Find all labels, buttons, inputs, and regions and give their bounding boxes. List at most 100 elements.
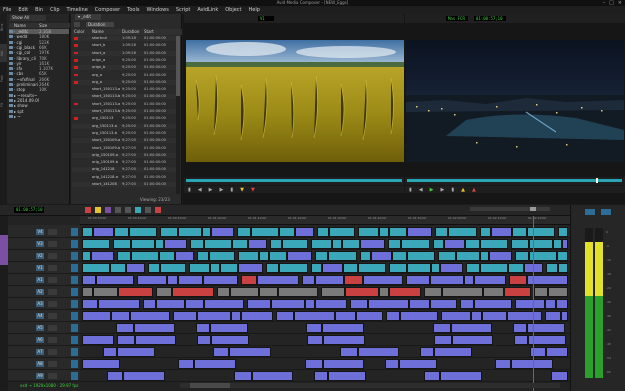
timeline-clip[interactable]	[332, 239, 342, 249]
timeline-clip[interactable]	[460, 299, 474, 309]
timeline-clip[interactable]	[238, 263, 263, 273]
timeline-clip[interactable]	[386, 311, 400, 321]
clip-row[interactable]: short_b 1:09:28 01:00:00:00	[72, 43, 176, 49]
timeline-clip[interactable]	[315, 299, 347, 309]
timeline-clip[interactable]	[117, 347, 155, 357]
zoom-icon[interactable]	[125, 207, 131, 213]
track-select-button[interactable]: V2	[36, 253, 44, 259]
menu-script[interactable]: Script	[176, 6, 191, 14]
track-select-button[interactable]: A7	[36, 349, 44, 355]
timeline-clip[interactable]	[328, 371, 366, 381]
timeline-clip[interactable]	[135, 335, 176, 345]
timeline-clip[interactable]	[474, 299, 512, 309]
timeline-clip[interactable]	[197, 311, 231, 321]
timeline-clip[interactable]	[241, 275, 257, 285]
track-solo-mute-icon[interactable]	[48, 277, 57, 283]
timeline-clip[interactable]	[117, 335, 135, 345]
track-header[interactable]: V1	[8, 262, 80, 274]
timeline-clip[interactable]	[388, 239, 401, 249]
bin-view-dropdown[interactable]: Duration	[86, 22, 114, 27]
timeline-clip[interactable]	[400, 311, 438, 321]
timeline-clip[interactable]	[335, 311, 356, 321]
timeline-clip[interactable]	[515, 251, 529, 261]
timeline-clip[interactable]	[93, 227, 114, 237]
clip-row[interactable]: org_150113-a 9;25:00 01:00:00:00	[72, 123, 176, 129]
timeline-clip[interactable]	[134, 323, 175, 333]
track-header[interactable]: V2	[8, 250, 80, 262]
column-color[interactable]: Color	[72, 29, 92, 35]
track-header[interactable]: V3	[8, 238, 80, 250]
timeline-clip[interactable]	[96, 275, 134, 285]
timeline-clip[interactable]	[371, 251, 392, 261]
clip-row[interactable]: short_150113-a 9;25:00 01:00:00:00	[72, 101, 176, 107]
clip-row[interactable]: orig_141218-a 9;27:00 01:00:00:00	[72, 174, 176, 180]
timeline-clip[interactable]	[440, 371, 482, 381]
track-monitor-icon[interactable]	[71, 252, 78, 260]
clip-row[interactable]: orig_150109-a 9;27:00 01:00:00:00	[72, 152, 176, 158]
column-name[interactable]: Name	[9, 23, 39, 28]
timeline-clip[interactable]	[103, 347, 117, 357]
timeline-clip[interactable]	[257, 275, 299, 285]
timeline-clip[interactable]	[321, 287, 345, 297]
timeline-clip[interactable]	[480, 227, 491, 237]
timeline-clip[interactable]	[441, 311, 471, 321]
timeline-clip[interactable]	[558, 227, 568, 237]
timeline-clip[interactable]	[363, 275, 403, 285]
timeline-clip[interactable]	[424, 371, 440, 381]
timeline-clip[interactable]	[270, 239, 282, 249]
timeline-clip[interactable]	[172, 287, 214, 297]
track-header[interactable]: A8	[8, 358, 80, 370]
timeline-clip[interactable]	[247, 299, 271, 309]
menu-edit[interactable]: Edit	[18, 6, 28, 14]
lift-icon[interactable]: ▲	[461, 187, 465, 193]
timeline-clip[interactable]	[474, 275, 506, 285]
timeline-clip[interactable]	[305, 359, 323, 369]
timeline-clip[interactable]	[197, 335, 211, 345]
timeline-clip[interactable]	[557, 251, 568, 261]
timeline-clip[interactable]	[196, 323, 210, 333]
bin-list-item[interactable]: ▸ ~	[9, 114, 69, 119]
track-select-button[interactable]: V3	[36, 241, 44, 247]
column-size[interactable]: Size	[39, 23, 67, 28]
timeline-clip[interactable]	[271, 299, 305, 309]
timeline-clip[interactable]	[295, 227, 314, 237]
timeline-clip[interactable]	[448, 227, 477, 237]
track-header[interactable]: A4	[8, 310, 80, 322]
clip-row[interactable]: orign_a 9;25:00 01:00:00:00	[72, 57, 176, 63]
source-track-indicator[interactable]: V1	[258, 16, 274, 21]
mark-out-icon[interactable]: ▮	[451, 187, 454, 193]
clip-row[interactable]: org_a 9;25:00 01:00:00:00	[72, 79, 176, 85]
timeline-clip[interactable]	[433, 239, 444, 249]
column-duration[interactable]: Duration	[122, 29, 144, 35]
play-icon[interactable]: ▶	[209, 187, 213, 193]
timeline-clip[interactable]	[561, 311, 568, 321]
timeline-clip[interactable]	[82, 239, 110, 249]
clip-row[interactable]: short_150113-a 9;25:00 01:00:00:00	[72, 87, 176, 93]
timeline-clip[interactable]	[545, 299, 556, 309]
track-header[interactable]: A9	[8, 370, 80, 382]
clip-row[interactable]: org_150113-b 9;25:00 01:00:00:00	[72, 130, 176, 136]
show-all-dropdown[interactable]: Show All	[10, 15, 46, 21]
link-icon[interactable]	[115, 207, 121, 213]
tab-bins[interactable]: Bins	[0, 18, 7, 36]
timeline-clip[interactable]	[82, 227, 93, 237]
track-solo-mute-icon[interactable]	[48, 361, 57, 367]
menu-avidlink[interactable]: AvidLink	[197, 6, 218, 14]
track-header[interactable]: V4	[8, 226, 80, 238]
menu-windows[interactable]: Windows	[147, 6, 169, 14]
timeline-clip[interactable]	[399, 359, 437, 369]
timeline-clip[interactable]	[534, 287, 548, 297]
timeline-clip[interactable]	[514, 335, 528, 345]
track-monitor-icon[interactable]	[71, 264, 78, 272]
timeline-clip[interactable]	[483, 287, 504, 297]
timeline-clip[interactable]	[178, 227, 202, 237]
timeline-clip[interactable]	[466, 263, 480, 273]
timeline-clip[interactable]	[241, 311, 273, 321]
track-header[interactable]: A1	[8, 274, 80, 286]
timeline-clip[interactable]	[143, 299, 156, 309]
menu-help[interactable]: Help	[249, 6, 260, 14]
track-solo-mute-icon[interactable]	[48, 349, 57, 355]
timeline-clip[interactable]	[231, 311, 241, 321]
mark-out-icon[interactable]: ▮	[230, 187, 233, 193]
timeline-clip[interactable]	[558, 263, 568, 273]
